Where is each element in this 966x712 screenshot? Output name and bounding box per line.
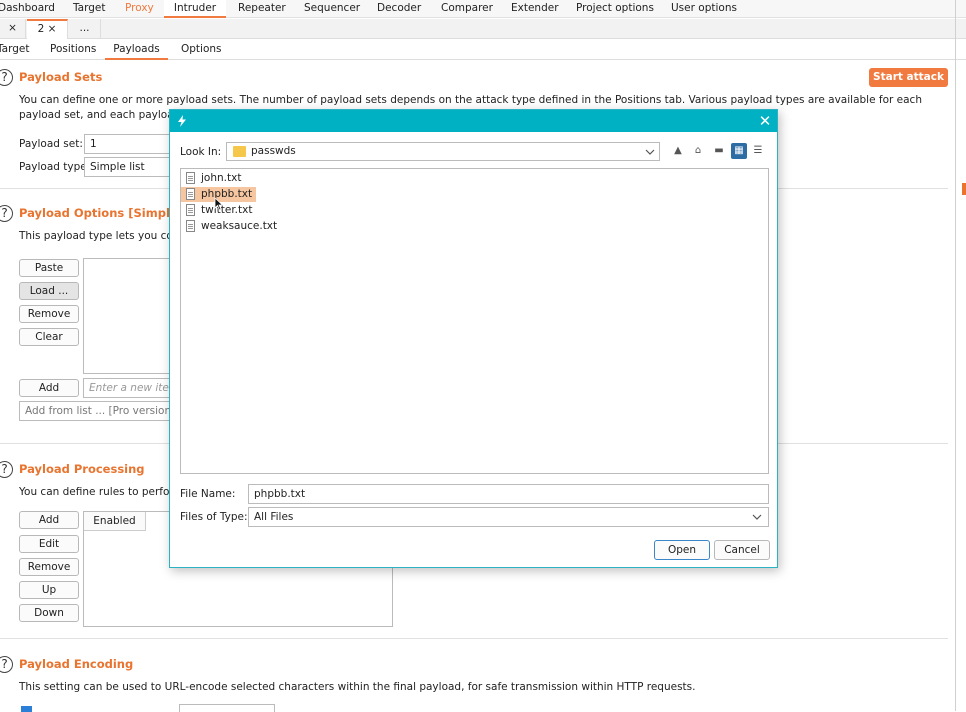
- file-icon: [186, 172, 195, 184]
- url-encode-checkbox[interactable]: [21, 706, 32, 712]
- help-icon[interactable]: ?: [0, 461, 13, 478]
- tab-repeater[interactable]: Repeater: [236, 0, 288, 18]
- file-list[interactable]: john.txt phpbb.txt twitter.txt weaksauce…: [180, 168, 769, 474]
- payload-options-description: This payload type lets you confi: [19, 230, 187, 242]
- tab-user-options[interactable]: User options: [669, 0, 739, 18]
- close-icon[interactable]: ✕: [756, 112, 774, 130]
- tab-extender[interactable]: Extender: [509, 0, 561, 18]
- file-name: twitter.txt: [201, 204, 253, 216]
- file-icon: [186, 220, 195, 232]
- up-folder-icon[interactable]: ▲: [670, 143, 686, 159]
- payload-set-label: Payload set:: [19, 138, 83, 150]
- payload-sets-title: Payload Sets: [19, 70, 103, 84]
- details-view-icon[interactable]: ☰: [750, 143, 766, 159]
- attack-tab-2[interactable]: 2 ×: [27, 19, 68, 39]
- paste-button[interactable]: Paste: [19, 259, 79, 277]
- cancel-button[interactable]: Cancel: [714, 540, 770, 560]
- folder-icon: [233, 146, 246, 157]
- list-view-icon[interactable]: ▦: [731, 143, 747, 159]
- look-in-value: passwds: [251, 145, 296, 157]
- file-item[interactable]: john.txt: [181, 171, 245, 186]
- tab-options[interactable]: Options: [181, 40, 222, 60]
- new-tab-button[interactable]: ...: [69, 19, 101, 39]
- payload-processing-description: You can define rules to perform: [19, 486, 184, 498]
- open-button[interactable]: Open: [654, 540, 710, 560]
- new-item-input[interactable]: Enter a new item: [83, 378, 183, 398]
- file-name-label: File Name:: [180, 488, 236, 500]
- payload-encoding-title: Payload Encoding: [19, 657, 134, 671]
- section-divider: [0, 638, 948, 639]
- main-tab-bar: Dashboard Target Proxy Intruder Repeater…: [0, 0, 966, 18]
- tab-payloads[interactable]: Payloads: [105, 40, 168, 60]
- dialog-title-bar[interactable]: ✕: [170, 110, 777, 132]
- home-icon[interactable]: ⌂: [690, 143, 706, 159]
- payload-sets-description-line1: You can define one or more payload sets.…: [19, 94, 922, 106]
- new-folder-icon[interactable]: ▬: [711, 143, 727, 159]
- file-name: weaksauce.txt: [201, 220, 278, 232]
- help-icon[interactable]: ?: [0, 69, 13, 86]
- file-name: john.txt: [201, 172, 242, 184]
- file-name: phpbb.txt: [201, 188, 253, 200]
- payload-list[interactable]: [83, 258, 183, 374]
- enabled-column-header[interactable]: Enabled: [84, 512, 146, 531]
- tab-intruder[interactable]: Intruder: [164, 0, 226, 18]
- start-attack-button[interactable]: Start attack: [869, 68, 948, 87]
- look-in-select[interactable]: passwds: [226, 142, 660, 161]
- clear-button[interactable]: Clear: [19, 328, 79, 346]
- add-payload-button[interactable]: Add: [19, 379, 79, 397]
- file-item[interactable]: weaksauce.txt: [181, 219, 281, 234]
- add-from-list-select[interactable]: Add from list ... [Pro version or: [19, 401, 184, 421]
- payload-encoding-description: This setting can be used to URL-encode s…: [19, 681, 696, 693]
- tab-project-options[interactable]: Project options: [574, 0, 656, 18]
- tab-proxy[interactable]: Proxy: [123, 0, 156, 18]
- up-rule-button[interactable]: Up: [19, 581, 79, 599]
- down-rule-button[interactable]: Down: [19, 604, 79, 622]
- tab-positions[interactable]: Positions: [50, 40, 96, 60]
- load-button[interactable]: Load ...: [19, 282, 79, 300]
- remove-button[interactable]: Remove: [19, 305, 79, 323]
- look-in-label: Look In:: [180, 146, 222, 158]
- remove-rule-button[interactable]: Remove: [19, 558, 79, 576]
- payload-sets-description-line2: payload set, and each payload t: [19, 109, 188, 121]
- file-icon: [186, 204, 195, 216]
- intruder-tab-bar: Target Positions Payloads Options: [0, 40, 966, 60]
- file-open-dialog: ✕ Look In: passwds ▲ ⌂ ▬ ▦ ☰ john.txt ph…: [169, 109, 778, 568]
- close-tab-icon[interactable]: ×: [0, 19, 26, 39]
- files-of-type-value: All Files: [254, 511, 294, 523]
- file-name-input[interactable]: phpbb.txt: [248, 484, 769, 504]
- file-icon: [186, 188, 195, 200]
- tab-dashboard[interactable]: Dashboard: [0, 0, 57, 18]
- burp-logo-icon: [178, 115, 186, 127]
- payload-type-label: Payload type:: [19, 161, 91, 173]
- edit-rule-button[interactable]: Edit: [19, 535, 79, 553]
- tab-target-config[interactable]: Target: [0, 40, 29, 60]
- tab-target[interactable]: Target: [71, 0, 107, 18]
- chevron-down-icon: [752, 514, 762, 520]
- files-of-type-select[interactable]: All Files: [248, 507, 769, 527]
- help-icon[interactable]: ?: [0, 656, 13, 673]
- payload-processing-title: Payload Processing: [19, 462, 145, 476]
- attack-tab-bar: × 2 × ...: [0, 19, 966, 39]
- chevron-down-icon: [645, 149, 655, 155]
- tab-comparer[interactable]: Comparer: [439, 0, 495, 18]
- tab-decoder[interactable]: Decoder: [375, 0, 423, 18]
- scroll-marker: [962, 183, 966, 195]
- add-rule-button[interactable]: Add: [19, 511, 79, 529]
- tab-sequencer[interactable]: Sequencer: [302, 0, 362, 18]
- files-of-type-label: Files of Type:: [180, 511, 248, 523]
- split-divider: [955, 0, 956, 711]
- help-icon[interactable]: ?: [0, 205, 13, 222]
- mouse-cursor-icon: [214, 197, 224, 211]
